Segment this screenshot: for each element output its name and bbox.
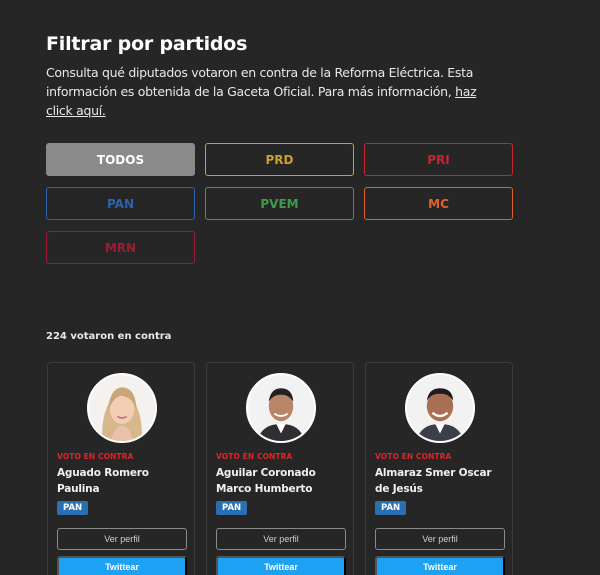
- avatar: [405, 373, 475, 443]
- deputy-name: Aguilar Coronado Marco Humberto: [216, 467, 316, 495]
- man-portrait-icon: [407, 375, 473, 441]
- deputy-name: Aguado Romero Paulina: [57, 467, 149, 495]
- man-portrait-icon: [248, 375, 314, 441]
- vote-label: VOTO EN CONTRA: [57, 452, 134, 461]
- results-count: 224 votaron en contra: [46, 331, 172, 342]
- page-description: Consulta qué diputados votaron en contra…: [46, 63, 496, 120]
- filter-header: Filtrar por partidos Consulta qué diputa…: [46, 32, 516, 120]
- party-badge: PAN: [57, 501, 89, 515]
- deputy-name: Almaraz Smer Oscar de Jesús: [375, 467, 492, 495]
- tweet-button[interactable]: Twittear: [375, 556, 505, 575]
- description-text: Consulta qué diputados votaron en contra…: [46, 65, 474, 99]
- deputy-card: VOTO EN CONTRA Aguilar Coronado Marco Hu…: [206, 362, 354, 575]
- view-profile-button[interactable]: Ver perfil: [57, 528, 187, 550]
- view-profile-button[interactable]: Ver perfil: [375, 528, 505, 550]
- party-badge: PAN: [375, 501, 407, 515]
- filter-mrn-button[interactable]: MRN: [46, 231, 195, 264]
- tweet-button[interactable]: Twittear: [216, 556, 346, 575]
- woman-portrait-icon: [89, 375, 155, 441]
- view-profile-button[interactable]: Ver perfil: [216, 528, 346, 550]
- filter-pvem-button[interactable]: PVEM: [205, 187, 354, 220]
- filter-todos-button[interactable]: TODOS: [46, 143, 195, 176]
- filter-prd-button[interactable]: PRD: [205, 143, 354, 176]
- avatar: [87, 373, 157, 443]
- filter-pri-button[interactable]: PRI: [364, 143, 513, 176]
- tweet-button[interactable]: Twittear: [57, 556, 187, 575]
- party-badge: PAN: [216, 501, 248, 515]
- deputy-card: VOTO EN CONTRA Aguado Romero Paulina PAN…: [47, 362, 195, 575]
- vote-label: VOTO EN CONTRA: [375, 452, 452, 461]
- page-title: Filtrar por partidos: [46, 33, 248, 55]
- deputy-card: VOTO EN CONTRA Almaraz Smer Oscar de Jes…: [365, 362, 513, 575]
- filter-pan-button[interactable]: PAN: [46, 187, 195, 220]
- vote-label: VOTO EN CONTRA: [216, 452, 293, 461]
- filter-mc-button[interactable]: MC: [364, 187, 513, 220]
- avatar: [246, 373, 316, 443]
